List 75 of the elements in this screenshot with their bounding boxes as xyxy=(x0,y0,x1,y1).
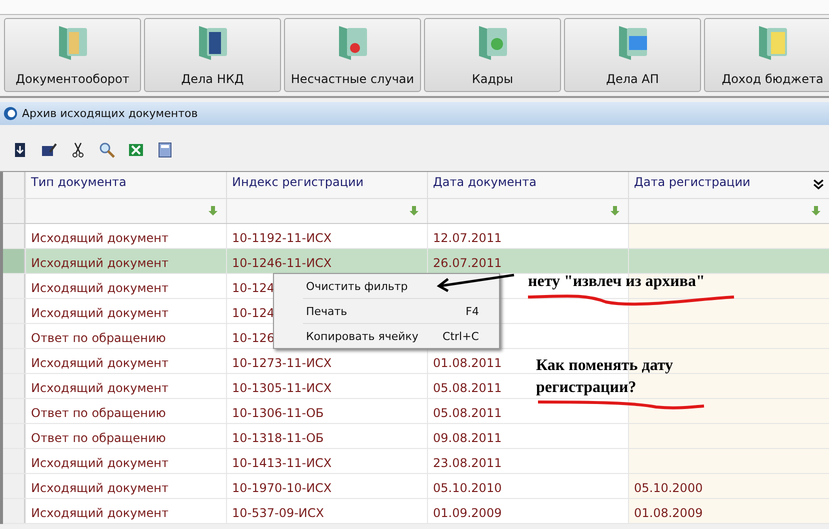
calculator-icon[interactable] xyxy=(157,142,173,158)
table-cell: Исходящий документ xyxy=(31,506,169,520)
module-button[interactable]: Несчастные случаи xyxy=(284,18,421,92)
table-cell: 10-126 xyxy=(232,330,275,344)
download-icon[interactable] xyxy=(12,142,28,158)
table-cell: 05.08.2011 xyxy=(433,380,502,394)
table-cell: 12.07.2011 xyxy=(433,230,502,244)
table-cell: 05.08.2011 xyxy=(433,406,502,420)
annotation-text: Как поменять дату регистрации? xyxy=(536,356,674,398)
table-cell: 10-1246-11-ИСХ xyxy=(232,256,332,270)
table-cell: Исходящий документ xyxy=(31,456,169,470)
column-header[interactable]: Индекс регистрации xyxy=(226,172,427,198)
table-cell: 01.08.2011 xyxy=(433,356,502,370)
module-button[interactable]: Кадры xyxy=(424,18,561,92)
row-selector[interactable] xyxy=(3,424,25,448)
table-cell: Исходящий документ xyxy=(31,256,169,270)
row-selector[interactable] xyxy=(3,324,25,348)
row-selector[interactable] xyxy=(3,374,25,398)
table-cell: Исходящий документ xyxy=(31,356,169,370)
row-selector[interactable] xyxy=(3,274,25,298)
table-cell: 10-1318-11-ОБ xyxy=(232,430,324,444)
filter-arrow-icon[interactable] xyxy=(208,206,218,216)
menu-item[interactable]: Печать F4 xyxy=(303,299,499,324)
row-selector[interactable] xyxy=(3,499,25,523)
module-button[interactable]: Дела АП xyxy=(564,18,701,92)
table-cell: 26.07.2011 xyxy=(433,256,502,270)
table-cell: 10-124 xyxy=(232,306,275,320)
app-logo-icon xyxy=(3,106,18,121)
table-cell: Исходящий документ xyxy=(31,230,169,244)
window-title: Архив исходящих документов xyxy=(22,107,198,120)
table-cell: Исходящий документ xyxy=(31,280,169,294)
module-button[interactable]: Дела НКД xyxy=(144,18,281,92)
table-cell: 09.08.2011 xyxy=(433,430,502,444)
module-button[interactable]: Документооборот xyxy=(4,18,141,92)
table-cell: 23.08.2011 xyxy=(433,456,502,470)
table-cell: 05.10.2010 xyxy=(433,480,502,494)
row-selector[interactable] xyxy=(3,224,25,248)
table-cell: Ответ по обращению xyxy=(31,330,166,344)
row-selector[interactable] xyxy=(3,299,25,323)
filter-arrow-icon[interactable] xyxy=(409,206,419,216)
table-cell: 05.10.2000 xyxy=(634,480,703,494)
double-chevron-icon[interactable] xyxy=(813,179,824,190)
table-cell: 10-1306-11-ОБ xyxy=(232,406,324,420)
search-icon[interactable] xyxy=(99,142,115,158)
menu-item[interactable]: Копировать ячейку Ctrl+C xyxy=(303,324,499,348)
table-cell: Ответ по обращению xyxy=(31,430,166,444)
column-header[interactable]: Тип документа xyxy=(25,172,226,198)
table-cell: Исходящий документ xyxy=(31,480,169,494)
table-cell: 01.09.2009 xyxy=(433,506,502,520)
column-header[interactable]: Дата регистрации xyxy=(628,172,829,198)
table-cell: Ответ по обращению xyxy=(31,406,166,420)
table-cell: 10-124 xyxy=(232,280,275,294)
table-cell: Исходящий документ xyxy=(31,380,169,394)
filter-arrow-icon[interactable] xyxy=(811,206,821,216)
row-selector[interactable] xyxy=(3,349,25,373)
table-cell: 10-1413-11-ИСХ xyxy=(232,456,332,470)
edit-table-icon[interactable] xyxy=(41,142,57,158)
menu-item[interactable]: Очистить фильтр xyxy=(303,274,499,299)
row-selector[interactable] xyxy=(3,474,25,498)
table-cell: 10-1192-11-ИСХ xyxy=(232,230,332,244)
table-cell: 10-537-09-ИСХ xyxy=(232,506,324,520)
table-cell: 10-1305-11-ИСХ xyxy=(232,380,332,394)
row-selector[interactable] xyxy=(3,449,25,473)
column-header[interactable]: Дата документа xyxy=(427,172,628,198)
table-cell: 01.08.2009 xyxy=(634,506,703,520)
annotation-text: нету "извлеч из архива" xyxy=(528,273,705,291)
filter-arrow-icon[interactable] xyxy=(610,206,620,216)
table-cell: 10-1970-10-ИСХ xyxy=(232,480,332,494)
scissors-icon[interactable] xyxy=(70,142,86,158)
table-cell: 10-1273-11-ИСХ xyxy=(232,356,332,370)
row-selector[interactable] xyxy=(3,249,25,273)
row-selector[interactable] xyxy=(3,399,25,423)
spreadsheet-icon[interactable] xyxy=(128,142,144,158)
table-cell: Исходящий документ xyxy=(31,306,169,320)
module-button[interactable]: Доход бюджета xyxy=(704,18,829,92)
